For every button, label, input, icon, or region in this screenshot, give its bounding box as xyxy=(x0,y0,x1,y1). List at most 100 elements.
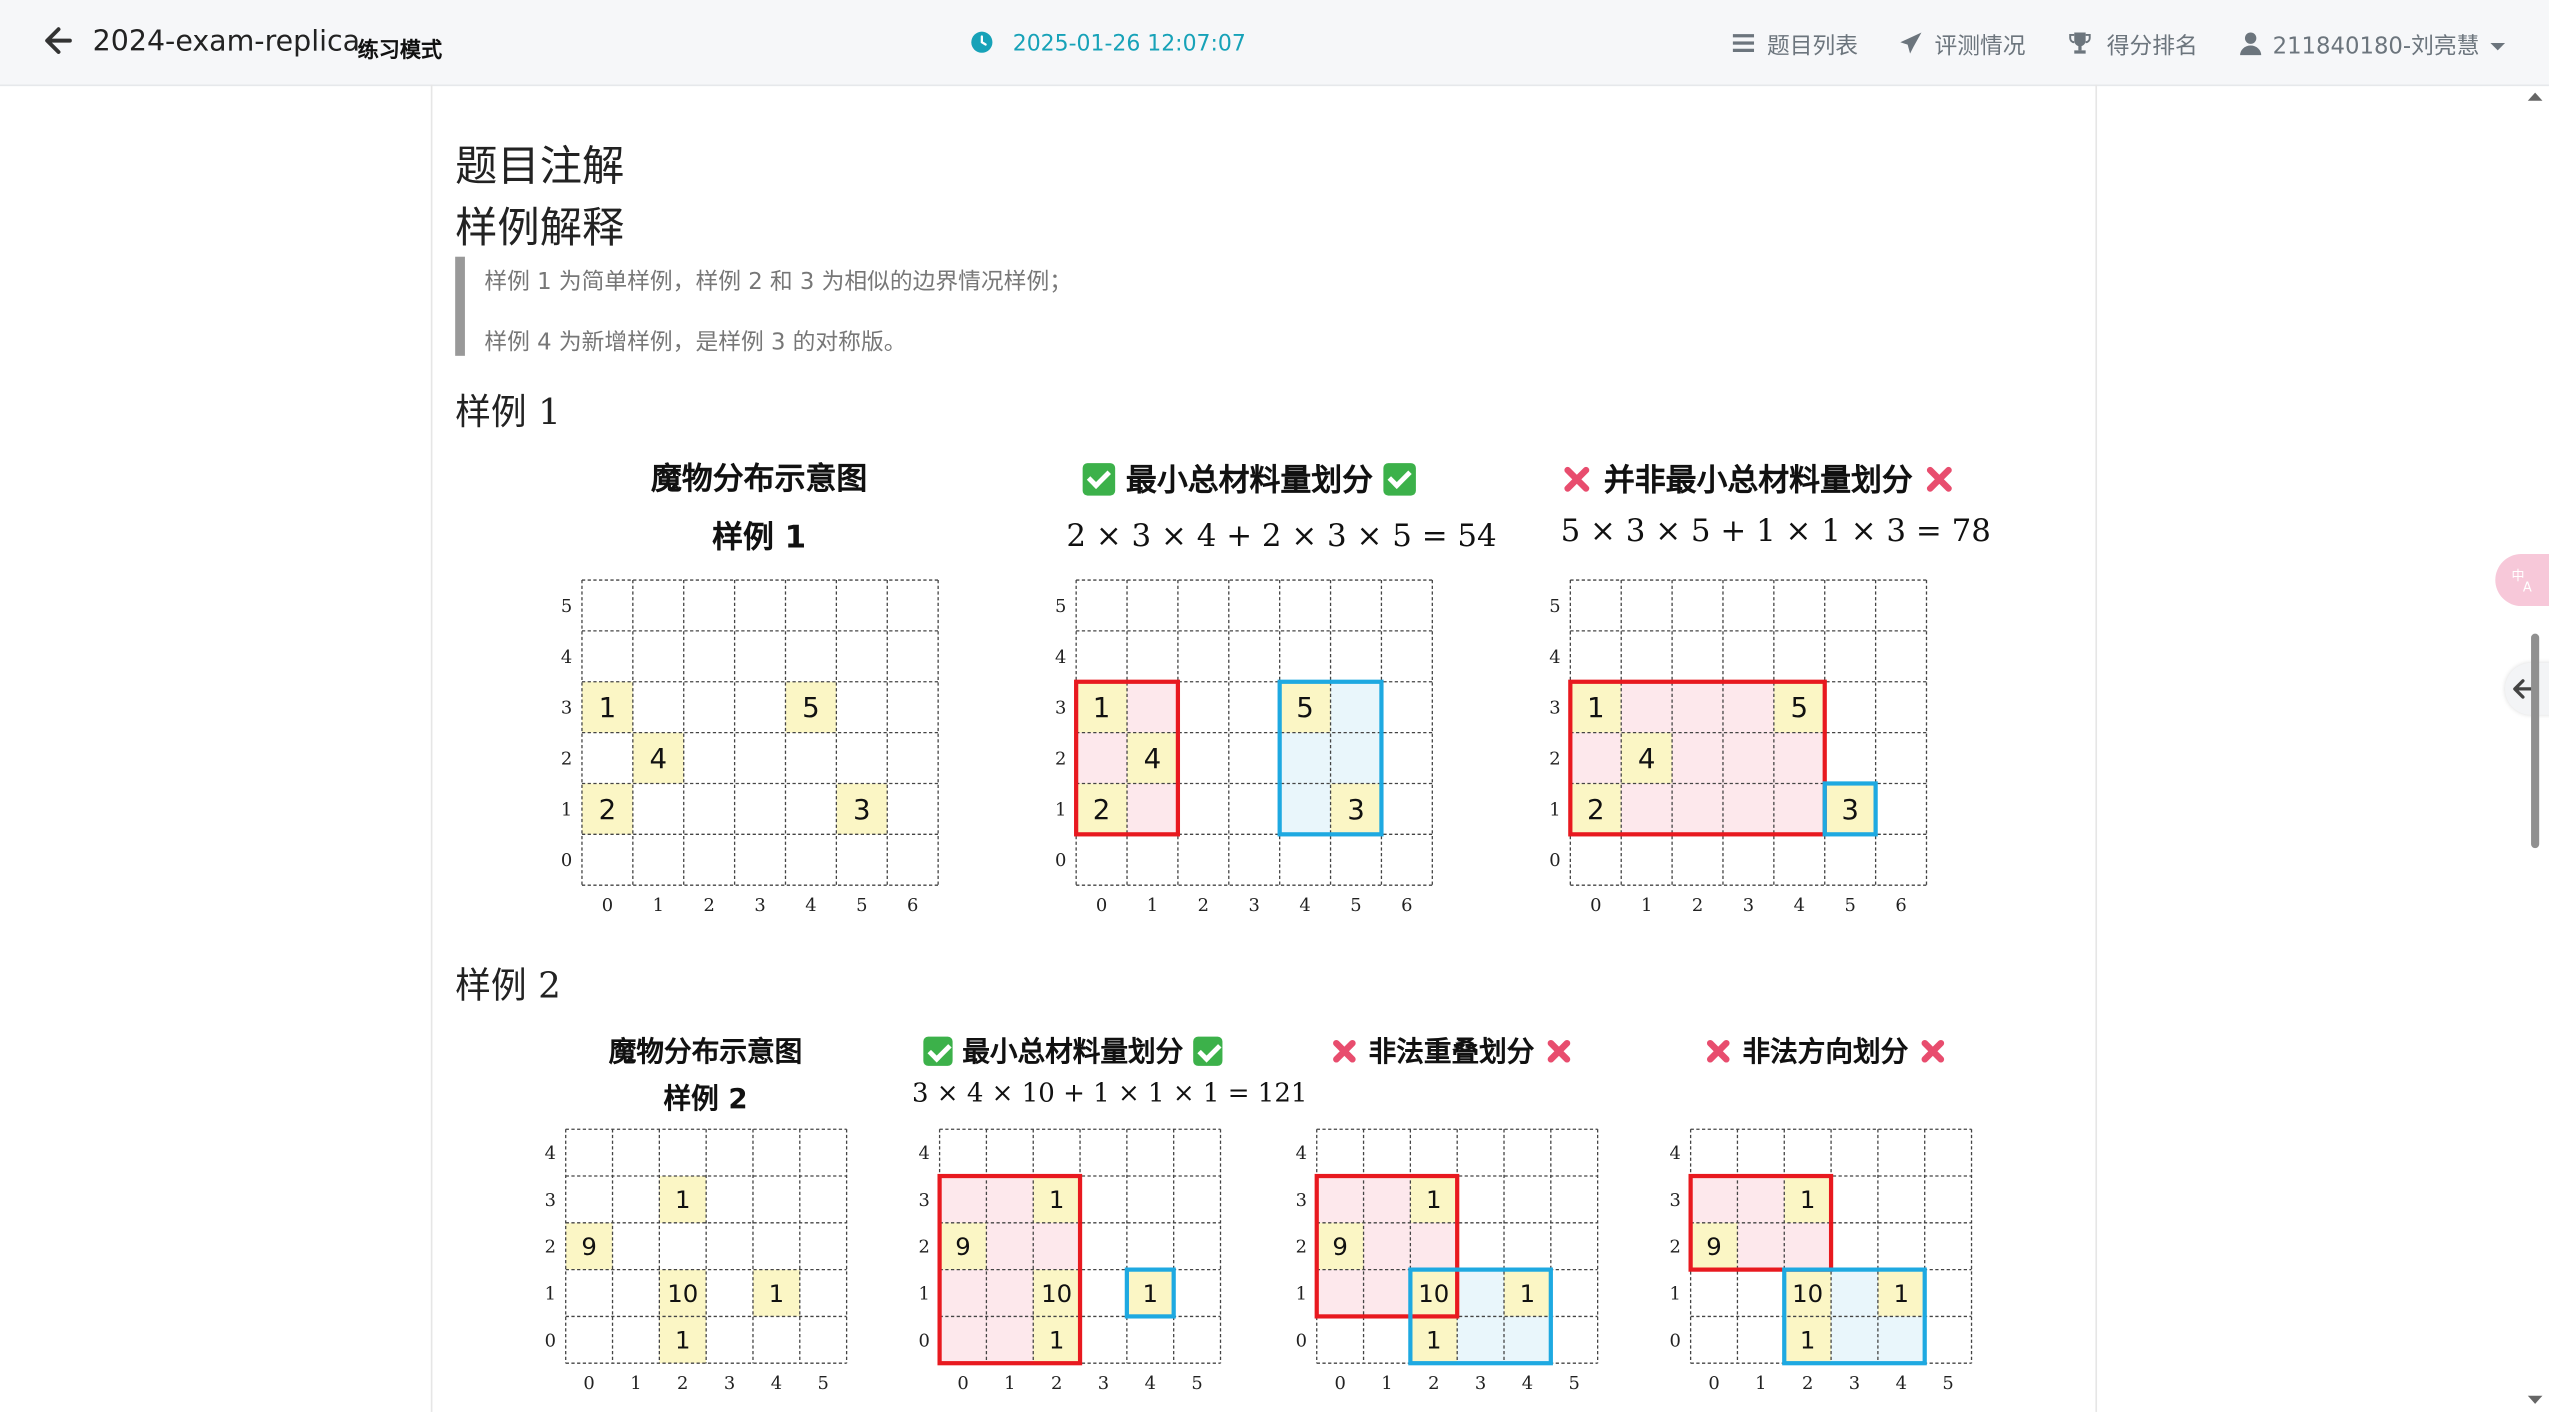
scroll-up-icon[interactable] xyxy=(2527,92,2543,101)
y-tick-label: 4 xyxy=(1055,647,1066,668)
monster-value: 1 xyxy=(1426,1326,1442,1355)
y-tick-label: 1 xyxy=(545,1284,556,1305)
y-tick-label: 1 xyxy=(1549,799,1560,820)
x-tick-label: 5 xyxy=(818,1373,829,1394)
page-scrollbar[interactable] xyxy=(2521,84,2549,1411)
monster-value: 1 xyxy=(1800,1326,1816,1355)
s2-opt-title: 最小总材料量划分 xyxy=(962,1036,1184,1070)
s2-dist-title: 魔物分布示意图 xyxy=(608,1036,803,1070)
monster-value: 9 xyxy=(1332,1232,1348,1261)
s1-optimal-partition-grid: 1 542 30 1 2 3 4 5 6012345 xyxy=(1055,579,1433,916)
contest-title[interactable]: 2024-exam-replica xyxy=(93,26,360,58)
monster-value: 3 xyxy=(1347,793,1365,826)
monster-value: 1 xyxy=(1894,1279,1910,1308)
s1-opt-formula: 2 × 3 × 4 + 2 × 3 × 5 = 54 xyxy=(1066,518,1497,555)
scroll-thumb[interactable] xyxy=(2531,633,2540,849)
x-tick-label: 5 xyxy=(1350,895,1361,916)
x-tick-label: 2 xyxy=(1428,1373,1439,1394)
y-tick-label: 0 xyxy=(1669,1330,1680,1351)
subsection-title: 样例解释 xyxy=(455,204,625,254)
check-mark-icon xyxy=(1192,1036,1223,1066)
trophy-icon xyxy=(2069,32,2091,54)
check-mark-icon xyxy=(923,1036,953,1066)
y-tick-label: 3 xyxy=(1296,1190,1307,1211)
s1-dist-title: 魔物分布示意图 xyxy=(651,461,868,498)
current-time: 2025-01-26 12:07:07 xyxy=(1012,30,1246,57)
x-tick-label: 5 xyxy=(1942,1373,1953,1394)
user-name: 211840180-刘亮慧 xyxy=(2272,34,2480,61)
cross-mark-icon xyxy=(1704,1037,1733,1066)
y-tick-label: 5 xyxy=(561,596,572,617)
x-tick-label: 3 xyxy=(1098,1373,1109,1394)
x-tick-label: 0 xyxy=(1096,895,1107,916)
x-tick-label: 0 xyxy=(1334,1373,1345,1394)
s2-dist-subtitle: 样例 2 xyxy=(663,1083,748,1117)
y-tick-label: 4 xyxy=(1296,1143,1307,1164)
x-tick-label: 4 xyxy=(1794,895,1805,916)
monster-value: 4 xyxy=(1638,742,1656,775)
section-title: 题目注解 xyxy=(455,142,625,192)
ranking-link[interactable]: 得分排名 xyxy=(2107,29,2198,61)
monster-value: 10 xyxy=(1792,1279,1823,1308)
s2-opt-formula: 3 × 4 × 10 + 1 × 1 × 1 = 121 xyxy=(911,1077,1308,1109)
y-tick-label: 1 xyxy=(1296,1284,1307,1305)
monster-value: 5 xyxy=(1791,691,1809,724)
x-tick-label: 3 xyxy=(1249,895,1260,916)
note-line-1: 样例 1 为简单样例，样例 2 和 3 为相似的边界情况样例； xyxy=(484,269,1072,296)
monster-value: 1 xyxy=(1587,691,1605,724)
x-tick-label: 5 xyxy=(1844,895,1855,916)
y-tick-label: 2 xyxy=(918,1237,929,1258)
check-mark-icon xyxy=(1082,463,1116,496)
back-arrow-icon[interactable] xyxy=(42,24,75,56)
s1-opt-title: 最小总材料量划分 xyxy=(1125,463,1374,499)
x-tick-label: 1 xyxy=(653,895,664,916)
s2-distribution-grid: 1910 110 1 2 3 4 501234 xyxy=(545,1128,848,1394)
cross-mark-icon xyxy=(1544,1037,1573,1066)
monster-value: 10 xyxy=(1041,1279,1072,1308)
s2-direction-caption: 非法方向划分 xyxy=(1704,1028,1948,1069)
x-tick-label: 4 xyxy=(771,1373,782,1394)
monster-value: 2 xyxy=(599,793,617,826)
monster-value: 3 xyxy=(1841,793,1859,826)
y-tick-label: 1 xyxy=(1055,799,1066,820)
monster-value: 1 xyxy=(1093,691,1111,724)
cross-mark-icon xyxy=(1561,463,1594,495)
monster-value: 3 xyxy=(853,793,871,826)
monster-value: 1 xyxy=(1520,1279,1536,1308)
s1-bad-caption: 并非最小总材料量划分 xyxy=(1561,457,1956,501)
y-tick-label: 4 xyxy=(545,1143,556,1164)
x-tick-label: 2 xyxy=(703,895,714,916)
cross-mark-icon xyxy=(1330,1037,1359,1066)
monster-value: 1 xyxy=(769,1279,785,1308)
y-tick-label: 3 xyxy=(1549,698,1560,719)
problem-list-link[interactable]: 题目列表 xyxy=(1767,29,1858,61)
x-tick-label: 6 xyxy=(1401,895,1412,916)
mode-badge: 练习模式 xyxy=(357,38,443,64)
x-tick-label: 3 xyxy=(1849,1373,1860,1394)
monster-value: 5 xyxy=(802,691,820,724)
monster-value: 2 xyxy=(1587,793,1605,826)
scroll-down-icon[interactable] xyxy=(2527,1395,2543,1404)
monster-value: 1 xyxy=(1143,1279,1159,1308)
user-icon xyxy=(2240,32,2262,56)
x-tick-label: 6 xyxy=(1895,895,1906,916)
x-tick-label: 2 xyxy=(1692,895,1703,916)
x-tick-label: 5 xyxy=(1569,1373,1580,1394)
notes-blockquote-bar xyxy=(455,256,465,356)
y-tick-label: 0 xyxy=(1055,850,1066,871)
x-tick-label: 4 xyxy=(1896,1373,1907,1394)
top-navbar: 2024-exam-replica 练习模式 2025-01-26 12:07:… xyxy=(0,0,2549,87)
user-menu[interactable]: 211840180-刘亮慧 xyxy=(2273,29,2505,61)
y-tick-label: 5 xyxy=(1055,596,1066,617)
y-tick-label: 0 xyxy=(1296,1330,1307,1351)
y-tick-label: 4 xyxy=(1669,1143,1680,1164)
monster-value: 5 xyxy=(1296,691,1314,724)
y-tick-label: 1 xyxy=(1669,1284,1680,1305)
x-tick-label: 5 xyxy=(856,895,867,916)
note-line-2: 样例 4 为新增样例，是样例 3 的对称版。 xyxy=(484,329,907,356)
judge-status-link[interactable]: 评测情况 xyxy=(1934,29,2025,61)
y-tick-label: 3 xyxy=(1055,698,1066,719)
s2-dir-title: 非法方向划分 xyxy=(1742,1036,1909,1070)
monster-value: 1 xyxy=(1800,1185,1816,1214)
y-tick-label: 2 xyxy=(1296,1237,1307,1258)
